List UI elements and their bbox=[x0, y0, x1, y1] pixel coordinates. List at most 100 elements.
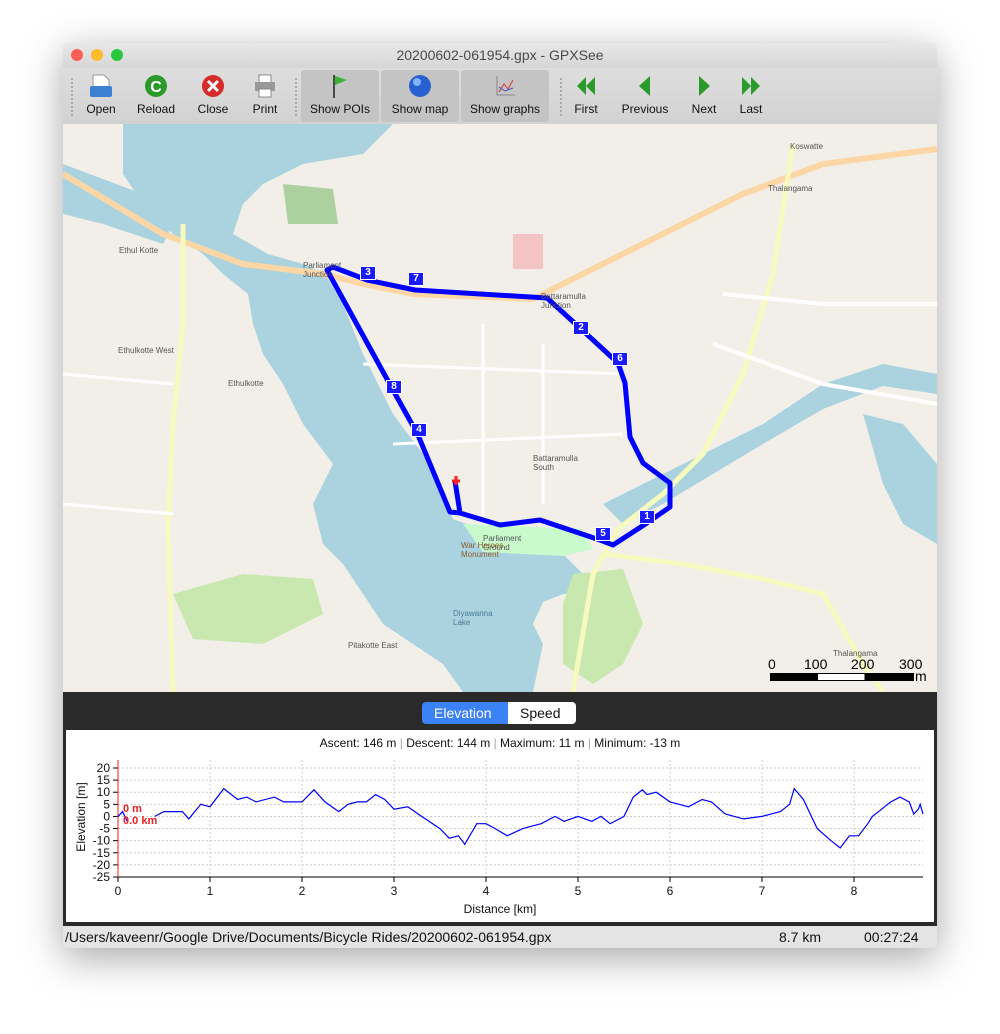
status-bar: /Users/kaveenr/Google Drive/Documents/Bi… bbox=[63, 926, 937, 948]
slider-distance-label: 0.0 km bbox=[123, 815, 158, 827]
slider-elevation-label: 0 m bbox=[123, 803, 142, 815]
map-label: Koswatte bbox=[790, 142, 823, 151]
show-pois-label: Show POIs bbox=[309, 102, 371, 116]
file-path: /Users/kaveenr/Google Drive/Documents/Bi… bbox=[65, 929, 552, 945]
x-tick-label: 8 bbox=[851, 884, 858, 898]
map-label: Pitakotte East bbox=[348, 641, 398, 650]
show-graphs-toggle[interactable]: Show graphs bbox=[461, 70, 549, 122]
water-channel bbox=[863, 414, 937, 544]
tab-elevation[interactable]: Elevation bbox=[422, 702, 508, 724]
park bbox=[173, 574, 323, 644]
close-button[interactable]: Close bbox=[191, 70, 235, 122]
map-label: Ethulkotte West bbox=[118, 346, 174, 355]
flag-icon bbox=[333, 75, 347, 98]
map-label: Thalangama bbox=[768, 184, 813, 193]
y-tick-label: -25 bbox=[93, 870, 111, 884]
scale-tick: 100 bbox=[804, 656, 828, 672]
elevation-line bbox=[117, 787, 924, 849]
map-label: War Heroes Monument bbox=[461, 541, 504, 559]
previous-button[interactable]: Previous bbox=[616, 70, 674, 122]
zoom-window-button[interactable] bbox=[111, 49, 123, 61]
map-label: Ethul Kotte bbox=[119, 246, 159, 255]
map-label: Diyawanna Lake bbox=[453, 609, 493, 627]
waypoint-7[interactable]: 7 bbox=[408, 272, 424, 286]
scale-bar-graphic bbox=[770, 673, 914, 681]
tab-speed[interactable]: Speed bbox=[508, 702, 576, 724]
waypoint-2[interactable]: 2 bbox=[573, 321, 589, 335]
total-time: 00:27:24 bbox=[864, 929, 919, 945]
show-graphs-label: Show graphs bbox=[469, 102, 541, 116]
close-label: Close bbox=[197, 102, 229, 116]
waypoint-6[interactable]: 6 bbox=[612, 352, 628, 366]
waypoint-1[interactable]: 1 bbox=[639, 510, 655, 524]
previous-icon bbox=[639, 76, 650, 96]
open-file-icon bbox=[90, 74, 112, 97]
toolbar-separator bbox=[295, 78, 297, 116]
last-label: Last bbox=[739, 102, 763, 116]
graph-icon bbox=[496, 76, 515, 96]
title-bar: 20200602-061954.gpx - GPXSee bbox=[63, 43, 937, 68]
map-canvas[interactable] bbox=[63, 124, 937, 692]
last-icon bbox=[742, 77, 760, 95]
reload-icon: C bbox=[145, 75, 167, 97]
open-button[interactable]: Open bbox=[79, 70, 123, 122]
next-icon bbox=[699, 76, 710, 96]
y-axis-label: Elevation [m] bbox=[74, 782, 88, 852]
waypoint-4[interactable]: 4 bbox=[411, 423, 427, 437]
toolbar: Open C Reload Close Print Show POIs Show… bbox=[63, 68, 937, 125]
last-button[interactable]: Last bbox=[731, 70, 771, 122]
close-window-button[interactable] bbox=[71, 49, 83, 61]
x-tick-label: 6 bbox=[667, 884, 674, 898]
total-distance: 8.7 km bbox=[779, 929, 822, 945]
show-map-label: Show map bbox=[391, 102, 449, 116]
waypoint-3[interactable]: 3 bbox=[360, 266, 376, 280]
reload-button[interactable]: C Reload bbox=[131, 70, 181, 122]
first-icon bbox=[577, 77, 595, 95]
elevation-graph[interactable]: Ascent: 146 m | Descent: 144 m | Maximum… bbox=[66, 730, 934, 922]
waypoint-8[interactable]: 8 bbox=[386, 380, 402, 394]
reload-label: Reload bbox=[136, 102, 176, 116]
map-label: Battaramulla Junction bbox=[541, 292, 586, 310]
close-icon bbox=[202, 75, 224, 97]
graph-panel: Elevation Speed Ascent: 146 m | Descent:… bbox=[63, 692, 937, 926]
x-tick-label: 2 bbox=[299, 884, 306, 898]
graph-tabs: Elevation Speed bbox=[422, 702, 576, 724]
show-pois-toggle[interactable]: Show POIs bbox=[301, 70, 379, 122]
window-title: 20200602-061954.gpx - GPXSee bbox=[396, 47, 604, 63]
park bbox=[513, 234, 543, 269]
scale-unit: m bbox=[915, 668, 927, 684]
x-tick-label: 3 bbox=[391, 884, 398, 898]
open-label: Open bbox=[86, 102, 116, 116]
gpxsee-window: 20200602-061954.gpx - GPXSee Open C Relo… bbox=[63, 43, 937, 948]
x-tick-label: 5 bbox=[575, 884, 582, 898]
x-tick-label: 1 bbox=[207, 884, 214, 898]
first-button[interactable]: First bbox=[566, 70, 606, 122]
elevation-chart: 0 1 2 3 4 5 6 7 820151050-5-10-15-20-25 bbox=[93, 760, 924, 898]
next-button[interactable]: Next bbox=[684, 70, 724, 122]
waypoint-5[interactable]: 5 bbox=[595, 527, 611, 541]
x-tick-label: 4 bbox=[483, 884, 490, 898]
map-label: Ethulkotte bbox=[228, 379, 264, 388]
toolbar-separator bbox=[71, 78, 73, 116]
print-button[interactable]: Print bbox=[243, 70, 287, 122]
svg-text:C: C bbox=[150, 79, 162, 96]
map-label: Battaramulla South bbox=[533, 454, 578, 472]
minimize-window-button[interactable] bbox=[91, 49, 103, 61]
map-label: Parliament Junction bbox=[303, 261, 342, 279]
park bbox=[283, 184, 338, 224]
print-label: Print bbox=[252, 102, 278, 116]
previous-label: Previous bbox=[621, 102, 669, 116]
x-axis-label: Distance [km] bbox=[463, 902, 537, 916]
first-label: First bbox=[574, 102, 598, 116]
globe-icon bbox=[409, 75, 431, 97]
x-tick-label: 0 bbox=[115, 884, 122, 898]
toolbar-separator bbox=[560, 78, 562, 116]
main-road bbox=[722, 292, 937, 306]
scale-bar: 0 100 200 300 m bbox=[768, 656, 933, 686]
show-map-toggle[interactable]: Show map bbox=[381, 70, 459, 122]
next-label: Next bbox=[691, 102, 717, 116]
print-icon bbox=[255, 74, 275, 98]
scale-tick: 200 bbox=[851, 656, 875, 672]
scale-tick: 0 bbox=[768, 656, 776, 672]
map-view[interactable]: 1 2 3 4 5 6 7 8 Ethul Kotte Ethulkotte W… bbox=[63, 124, 937, 692]
